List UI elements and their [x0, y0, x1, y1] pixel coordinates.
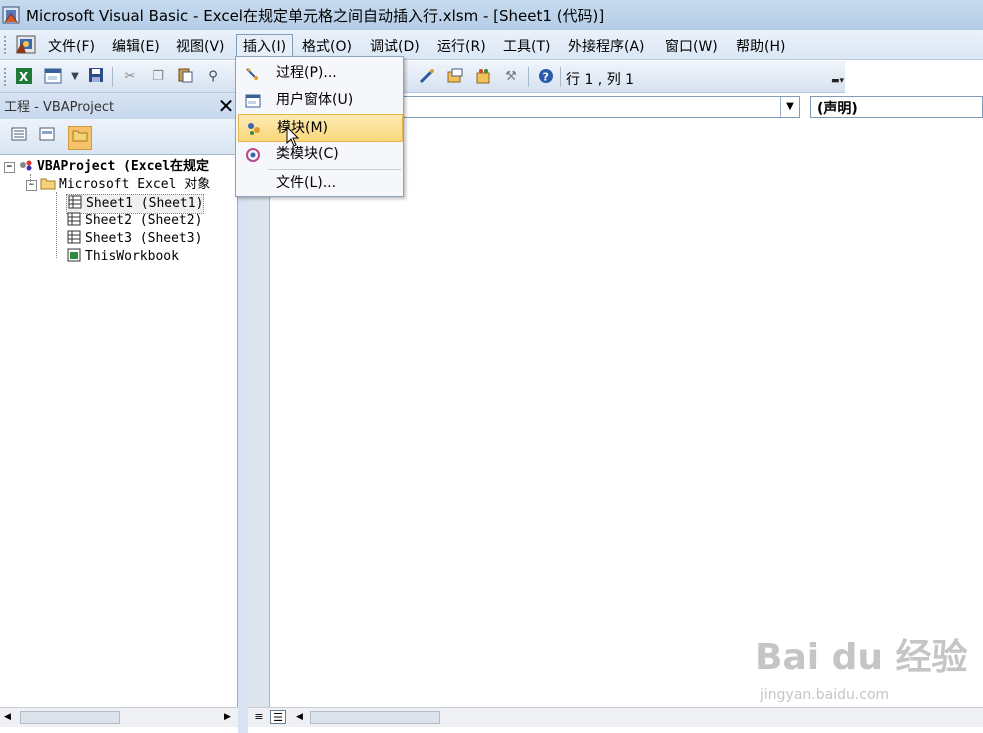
cursor-position: 行 1 , 列 1 [566, 72, 635, 88]
worksheet-icon [66, 230, 82, 244]
mouse-cursor-icon [286, 125, 300, 148]
tree-item-label: Sheet3 (Sheet3) [85, 231, 203, 246]
procedure-icon [245, 65, 261, 81]
title-bar: Microsoft Visual Basic - Excel在规定单元格之间自动… [0, 0, 983, 30]
tree-root-vbaproject[interactable]: − VBAProject (Excel在规定 [4, 158, 209, 176]
find-icon[interactable]: ⚲ [203, 67, 223, 87]
tree-item-label: Sheet1 (Sheet1) [86, 196, 204, 211]
worksheet-icon [67, 195, 83, 209]
menu-item-label: 文件(L)... [276, 175, 337, 191]
window-title: Microsoft Visual Basic - Excel在规定单元格之间自动… [26, 7, 605, 25]
chevron-down-icon[interactable]: ▼ [780, 97, 799, 117]
menu-addins[interactable]: 外接程序(A) [562, 35, 651, 58]
menubar-grip[interactable] [4, 36, 8, 54]
menu-view[interactable]: 视图(V) [170, 35, 231, 58]
menu-item-file[interactable]: 文件(L)... [238, 170, 401, 196]
chevron-down-icon[interactable]: ▼ [65, 67, 85, 87]
save-icon[interactable] [86, 67, 106, 87]
menu-item-userform[interactable]: 用户窗体(U) [238, 87, 401, 113]
tree-root-label: VBAProject (Excel在规定 [37, 159, 210, 174]
close-icon[interactable]: ✕ [216, 94, 236, 118]
toolbar-separator [560, 67, 561, 87]
scroll-thumb[interactable] [310, 711, 440, 724]
scroll-left-icon[interactable]: ◀ [296, 712, 303, 722]
code-margin-indicator-bar[interactable] [248, 119, 270, 707]
view-object-icon[interactable] [36, 126, 58, 148]
project-toolbar [0, 119, 238, 155]
properties-window-icon[interactable] [473, 67, 493, 87]
vbaproject-icon [18, 158, 34, 172]
folder-icon [40, 176, 56, 190]
module-icon [246, 120, 262, 136]
standard-toolbar: X ▼ ✂ ❐ ⚲ ⚒ ? 行 1 , 列 1 [0, 61, 845, 93]
menu-debug[interactable]: 调试(D) [364, 35, 426, 58]
menu-file[interactable]: 文件(F) [42, 35, 101, 58]
code-horizontal-scrollbar[interactable]: ≡ ☰ ◀ [248, 707, 983, 727]
toolbar-grip[interactable] [4, 68, 8, 86]
project-horizontal-scrollbar[interactable]: ◀ ▶ [0, 707, 238, 727]
tree-item-sheet1[interactable]: Sheet1 (Sheet1) [66, 194, 205, 214]
worksheet-icon [66, 212, 82, 226]
menu-item-label: 过程(P)... [276, 65, 337, 81]
baidu-watermark: Bai du 经验 [755, 637, 968, 678]
view-code-icon[interactable] [8, 126, 30, 148]
tree-item-label: ThisWorkbook [85, 249, 179, 264]
vba-app-icon[interactable] [2, 4, 22, 26]
svg-text:?: ? [543, 71, 549, 84]
toggle-folders-icon[interactable] [68, 126, 92, 150]
menu-run[interactable]: 运行(R) [431, 35, 492, 58]
procedure-dropdown-value: (声明) [817, 101, 858, 117]
menu-item-label: 模块(M) [277, 120, 329, 136]
collapse-icon[interactable]: − [4, 162, 15, 173]
collapse-icon[interactable]: − [26, 180, 37, 191]
tree-item-thisworkbook[interactable]: ThisWorkbook [66, 248, 179, 266]
full-module-view-icon[interactable]: ☰ [270, 710, 286, 724]
toolbar-separator [112, 67, 113, 87]
tree-folder-label: Microsoft Excel 对象 [59, 177, 211, 192]
menu-item-class-module[interactable]: 类模块(C) [238, 141, 401, 167]
tree-item-sheet3[interactable]: Sheet3 (Sheet3) [66, 230, 202, 248]
insert-userform-icon[interactable] [43, 67, 63, 87]
tree-folder-excel-objects[interactable]: − Microsoft Excel 对象 [26, 176, 210, 194]
cut-icon[interactable]: ✂ [120, 67, 140, 87]
scroll-left-icon[interactable]: ◀ [4, 712, 11, 722]
menu-edit[interactable]: 编辑(E) [106, 35, 166, 58]
tree-item-label: Sheet2 (Sheet2) [85, 213, 203, 228]
menu-tools[interactable]: 工具(T) [497, 35, 556, 58]
project-panel-title: 工程 - VBAProject [0, 93, 238, 119]
menu-bar: 文件(F) 编辑(E) 视图(V) 插入(I) 格式(O) 调试(D) 运行(R… [0, 30, 983, 60]
paste-icon[interactable] [175, 67, 195, 87]
menu-item-label: 用户窗体(U) [276, 92, 354, 108]
excel-vba-icon[interactable] [14, 33, 40, 57]
code-editor[interactable] [270, 119, 983, 707]
menu-help[interactable]: 帮助(H) [730, 35, 791, 58]
tree-item-sheet2[interactable]: Sheet2 (Sheet2) [66, 212, 202, 230]
project-tree: − VBAProject (Excel在规定 − Microsoft Excel 对… [0, 156, 238, 707]
insert-menu-dropdown: 过程(P)... 用户窗体(U) 模块(M) 类模块(C) 文件(L)... [235, 56, 404, 197]
tree-line [30, 174, 31, 184]
design-mode-icon[interactable] [417, 67, 437, 87]
help-icon[interactable]: ? [536, 67, 556, 87]
menu-format[interactable]: 格式(O) [296, 35, 358, 58]
svg-text:X: X [19, 70, 29, 84]
procedure-view-icon[interactable]: ≡ [252, 710, 266, 724]
toolbar-separator [528, 67, 529, 87]
toolbox-icon[interactable]: ⚒ [501, 67, 521, 87]
toolbar-overflow-icon[interactable]: ▬▾ [831, 76, 844, 90]
scroll-thumb[interactable] [20, 711, 120, 724]
menu-window[interactable]: 窗口(W) [659, 35, 724, 58]
userform-icon [245, 92, 261, 108]
view-excel-icon[interactable]: X [14, 67, 34, 87]
project-explorer-icon[interactable] [445, 67, 465, 87]
class-module-icon [245, 146, 261, 162]
menu-item-module[interactable]: 模块(M) [238, 114, 403, 142]
menu-item-procedure[interactable]: 过程(P)... [238, 60, 401, 86]
tree-line [56, 192, 57, 258]
workbook-icon [66, 248, 82, 262]
copy-icon[interactable]: ❐ [148, 67, 168, 87]
baidu-watermark-url: jingyan.baidu.com [760, 687, 890, 703]
scroll-right-icon[interactable]: ▶ [224, 712, 231, 722]
procedure-dropdown[interactable]: (声明) [810, 96, 983, 118]
